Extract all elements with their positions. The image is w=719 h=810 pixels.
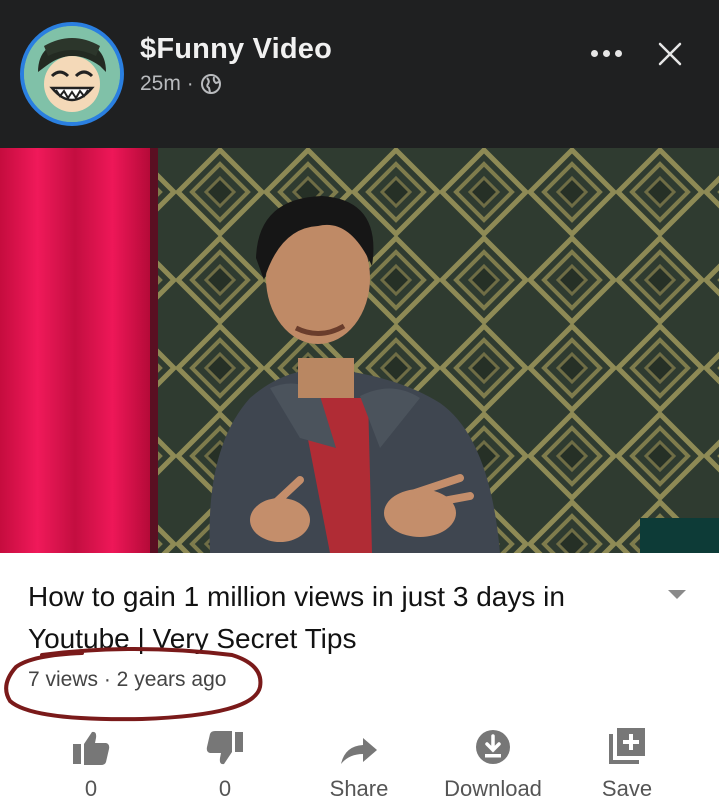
save-playlist-icon (609, 728, 645, 764)
globe-icon (200, 74, 221, 94)
like-count: 0 (84, 776, 98, 801)
thumbs-up-icon (73, 731, 110, 765)
download-button[interactable]: Download (428, 718, 558, 810)
post-header: $Funny Video 25m · (0, 0, 719, 148)
share-icon (341, 738, 377, 764)
more-dots-icon (590, 49, 598, 57)
embedded-screenshot: How to gain 1 million views in just 3 da… (0, 148, 719, 810)
dislike-count: 0 (218, 776, 232, 801)
dislike-button[interactable]: 0 (160, 718, 290, 810)
more-options-button[interactable] (584, 36, 628, 70)
save-button[interactable]: Save (562, 718, 692, 810)
action-bar: 0 0 Share Download Save (0, 718, 719, 810)
cartoon-face-icon (24, 26, 120, 122)
page-avatar[interactable] (20, 22, 124, 126)
close-icon[interactable] (652, 36, 688, 72)
video-thumbnail[interactable] (0, 148, 719, 553)
like-button[interactable]: 0 (26, 718, 156, 810)
video-title[interactable]: How to gain 1 million views in just 3 da… (28, 576, 648, 660)
download-label: Download (444, 776, 542, 801)
thumbs-down-icon (206, 731, 243, 765)
more-dot (614, 49, 622, 57)
page-name[interactable]: $Funny Video (140, 33, 332, 66)
video-frame-image (0, 148, 719, 553)
meta-separator: · (186, 72, 194, 95)
save-label: Save (601, 776, 653, 801)
post-time[interactable]: 25m (140, 72, 181, 96)
share-button[interactable]: Share (294, 718, 424, 810)
more-dot (602, 49, 610, 57)
post-meta: 25m · (140, 72, 222, 96)
download-icon (476, 730, 510, 764)
chevron-down-icon[interactable] (666, 588, 688, 602)
video-stats: 7 views · 2 years ago (28, 668, 227, 691)
share-label: Share (329, 776, 389, 801)
